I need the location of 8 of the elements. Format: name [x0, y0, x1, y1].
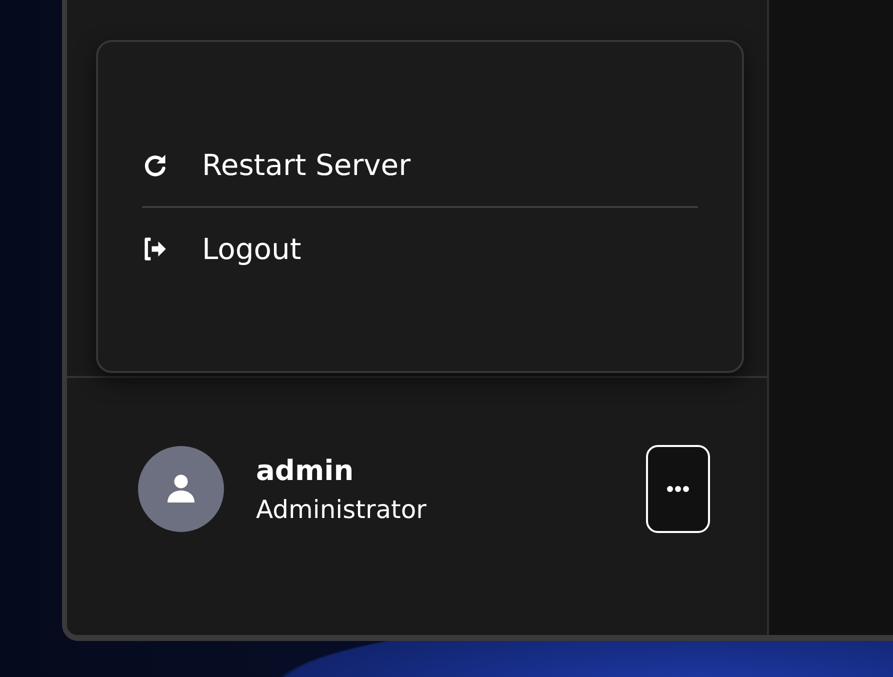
refresh-icon	[142, 152, 168, 178]
more-icon	[666, 484, 690, 492]
menu-item[interactable]: Logout	[142, 208, 698, 290]
more-button[interactable]	[646, 444, 710, 532]
user-role: Administrator	[256, 494, 428, 524]
user-name: admin	[256, 454, 355, 486]
logout-icon	[142, 236, 168, 262]
menu-item[interactable]: Restart Server	[142, 124, 698, 206]
